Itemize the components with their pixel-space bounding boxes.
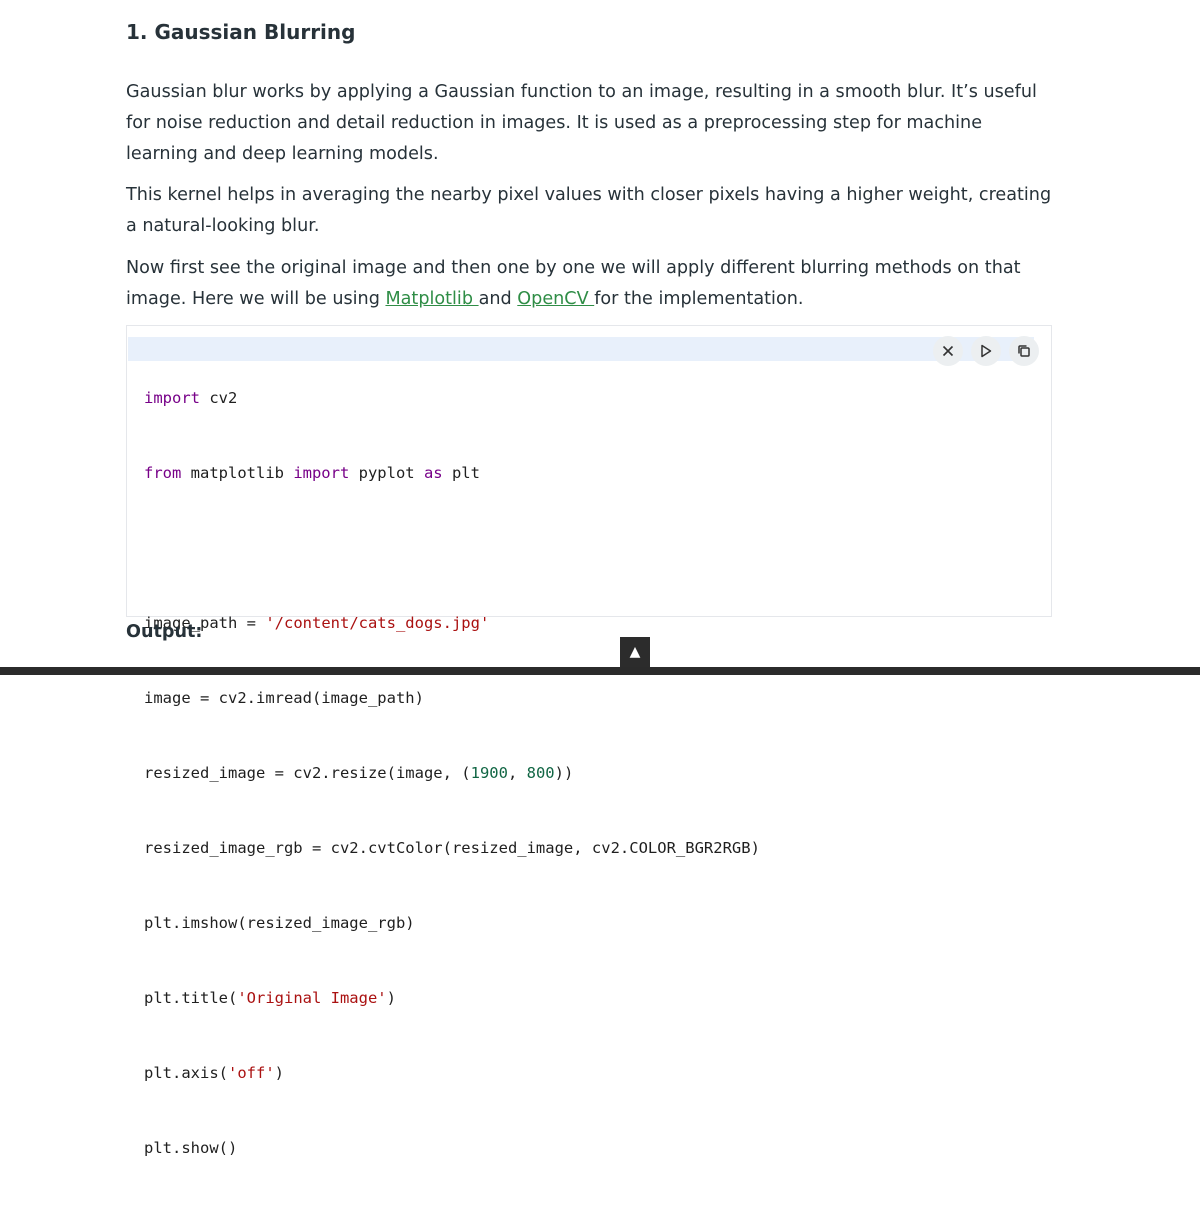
- paragraph-text: for the implementation.: [594, 289, 804, 309]
- code-token-kw: from: [144, 464, 182, 482]
- code-lines[interactable]: import cv2 from matplotlib import pyplot…: [144, 336, 760, 1211]
- code-token: image = cv2.imread(image_path): [144, 689, 424, 707]
- code-token: ,: [507, 764, 527, 782]
- output-label: Output:: [126, 622, 203, 642]
- code-token: cv2: [200, 389, 238, 407]
- paragraph-text: and: [478, 289, 518, 309]
- code-token: plt: [442, 464, 480, 482]
- code-toolbar: [933, 336, 1039, 366]
- code-line: import cv2: [144, 386, 760, 411]
- code-token-str: 'Original Image': [237, 989, 387, 1007]
- copy-button[interactable]: [1009, 336, 1039, 366]
- code-token-kw: as: [423, 464, 443, 482]
- code-line: plt.imshow(resized_image_rgb): [144, 911, 760, 936]
- code-token: plt.title(: [144, 989, 238, 1007]
- paragraph-gaussian-intro: Gaussian blur works by applying a Gaussi…: [126, 82, 1037, 164]
- code-line: resized_image = cv2.resize(image, (1900,…: [144, 761, 760, 786]
- run-button[interactable]: [971, 336, 1001, 366]
- arrow-up-icon: ▲: [629, 644, 641, 660]
- code-token: plt.imshow(resized_image_rgb): [144, 914, 415, 932]
- code-line: plt.axis('off'): [144, 1061, 760, 1086]
- code-token: pyplot: [349, 464, 424, 482]
- code-token: ): [386, 989, 396, 1007]
- code-line: image_path = '/content/cats_dogs.jpg': [144, 611, 760, 636]
- code-token-num: 800: [526, 764, 555, 782]
- code-token-str: '/content/cats_dogs.jpg': [265, 614, 490, 632]
- paragraph-kernel: This kernel helps in averaging the nearb…: [126, 185, 1052, 236]
- close-button[interactable]: [933, 336, 963, 366]
- section-title: 1. Gaussian Blurring: [126, 20, 356, 44]
- code-line: resized_image_rgb = cv2.cvtColor(resized…: [144, 836, 760, 861]
- copy-icon: [1018, 345, 1030, 357]
- code-token: )): [554, 764, 574, 782]
- code-token-str: 'off': [228, 1064, 275, 1082]
- code-token: plt.axis(: [144, 1064, 228, 1082]
- bottom-bar: [0, 667, 1200, 675]
- opencv-link[interactable]: OpenCV: [517, 289, 594, 309]
- code-block[interactable]: import cv2 from matplotlib import pyplot…: [126, 325, 1052, 1157]
- matplotlib-link[interactable]: Matplotlib: [385, 289, 478, 309]
- code-token: matplotlib: [181, 464, 294, 482]
- code-line: plt.show(): [144, 1136, 760, 1161]
- code-token: resized_image_rgb = cv2.cvtColor(resized…: [144, 839, 760, 857]
- code-line: image = cv2.imread(image_path): [144, 686, 760, 711]
- code-token-kw: import: [144, 389, 200, 407]
- code-token: plt.show(): [144, 1139, 238, 1157]
- code-token: resized_image = cv2.resize(image, (: [144, 764, 471, 782]
- code-token-kw: import: [293, 464, 350, 482]
- scroll-to-top-button[interactable]: ▲: [620, 637, 650, 667]
- code-line: plt.title('Original Image'): [144, 986, 760, 1011]
- close-icon: [942, 345, 954, 357]
- code-line: from matplotlib import pyplot as plt: [144, 461, 760, 486]
- code-token-num: 1900: [470, 764, 508, 782]
- paragraph-implementation: Now first see the original image and the…: [126, 253, 1054, 315]
- code-token: ): [274, 1064, 285, 1082]
- play-icon: [981, 344, 992, 358]
